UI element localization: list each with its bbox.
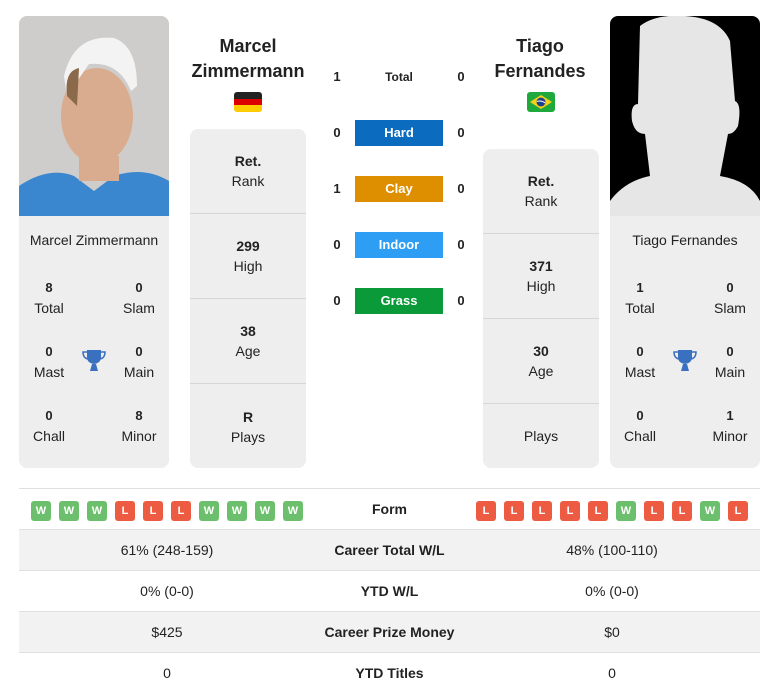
h2h-indoor-row: 0 Indoor 0 [330, 232, 470, 258]
h2h-indoor-badge[interactable]: Indoor [355, 232, 443, 258]
right-player-card: Tiago Fernandes 1 Total 0 Slam 0 Mast 0 Main… [610, 16, 760, 468]
left-info-card: Ret. Rank 299 High 38 Age R Plays [190, 129, 306, 468]
h2h-hard-right: 0 [457, 125, 465, 140]
table-row: 0 YTD Titles 0 [19, 652, 760, 693]
right-plays: Plays [523, 428, 559, 444]
table-row: 0% (0-0) YTD W/L 0% (0-0) [19, 570, 760, 611]
right-player-photo [610, 16, 760, 216]
left-titles-chall: 0 Chall [33, 408, 65, 444]
left-form: WWWLLLWWWW [31, 501, 303, 521]
form-win-badge[interactable]: W [255, 501, 275, 521]
table-row: $425 Career Prize Money $0 [19, 611, 760, 652]
right-prize-money: $0 [604, 624, 620, 640]
h2h-hard-badge[interactable]: Hard [355, 120, 443, 146]
form-win-badge[interactable]: W [283, 501, 303, 521]
h2h-indoor-left: 0 [333, 237, 341, 252]
form-win-badge[interactable]: W [87, 501, 107, 521]
form-label: Form [372, 501, 407, 517]
right-titles-chall: 0 Chall [624, 408, 656, 444]
h2h-clay-badge[interactable]: Clay [355, 176, 443, 202]
career-wl-label: Career Total W/L [334, 542, 445, 558]
form-loss-badge[interactable]: L [115, 501, 135, 521]
left-ytd-titles: 0 [163, 665, 171, 681]
right-career-wl: 48% (100-110) [566, 542, 658, 558]
left-player-card: Marcel Zimmermann 8 Total 0 Slam 0 Mast 0 Ma… [19, 16, 169, 468]
h2h-hard-row: 0 Hard 0 [330, 120, 470, 146]
form-loss-badge[interactable]: L [143, 501, 163, 521]
form-loss-badge[interactable]: L [476, 501, 496, 521]
right-form: LLLLLWLLWL [476, 501, 748, 521]
h2h-grass-row: 0 Grass 0 [330, 288, 470, 314]
form-loss-badge[interactable]: L [504, 501, 524, 521]
right-age: 30 Age [483, 319, 599, 404]
form-loss-badge[interactable]: L [644, 501, 664, 521]
right-info-card: Ret. Rank 371 High 30 Age Plays [483, 149, 599, 468]
left-titles-mast: 0 Mast [33, 344, 65, 380]
right-titles-total: 1 Total [625, 280, 655, 316]
left-ytd-wl: 0% (0-0) [140, 583, 194, 599]
h2h-total-right: 0 [457, 69, 465, 84]
h2h-total-label: Total [385, 70, 413, 84]
prize-money-label: Career Prize Money [324, 624, 455, 640]
right-titles-minor: 1 Minor [712, 408, 748, 444]
form-win-badge[interactable]: W [616, 501, 636, 521]
form-win-badge[interactable]: W [199, 501, 219, 521]
form-loss-badge[interactable]: L [728, 501, 748, 521]
form-loss-badge[interactable]: L [532, 501, 552, 521]
left-prize-money: $425 [151, 624, 183, 640]
right-ytd-wl: 0% (0-0) [585, 583, 639, 599]
right-player-name[interactable]: Tiago Fernandes [475, 34, 605, 84]
left-player-photo [19, 16, 169, 216]
form-loss-badge[interactable]: L [588, 501, 608, 521]
right-player-fullname: Tiago Fernandes [632, 232, 738, 248]
left-high: 299 High [190, 214, 306, 299]
left-titles-minor: 8 Minor [121, 408, 157, 444]
right-ytd-titles: 0 [608, 665, 616, 681]
form-win-badge[interactable]: W [227, 501, 247, 521]
left-titles-slam: 0 Slam [123, 280, 155, 316]
h2h-clay-row: 1 Clay 0 [330, 176, 470, 202]
left-career-wl: 61% (248-159) [120, 542, 214, 558]
germany-flag-icon [234, 92, 262, 112]
ytd-wl-label: YTD W/L [360, 583, 419, 599]
right-titles-main: 0 Main [714, 344, 746, 380]
ytd-titles-label: YTD Titles [355, 665, 424, 681]
trophy-icon [672, 348, 698, 374]
left-titles-main: 0 Main [123, 344, 155, 380]
h2h-grass-right: 0 [457, 293, 465, 308]
left-player-fullname: Marcel Zimmermann [29, 232, 159, 248]
form-loss-badge[interactable]: L [672, 501, 692, 521]
h2h-clay-left: 1 [333, 181, 341, 196]
form-win-badge[interactable]: W [59, 501, 79, 521]
h2h-indoor-right: 0 [457, 237, 465, 252]
left-titles-total: 8 Total [34, 280, 64, 316]
left-age: 38 Age [190, 299, 306, 384]
h2h-grass-badge[interactable]: Grass [355, 288, 443, 314]
right-rank: Ret. Rank [483, 149, 599, 234]
h2h-hard-left: 0 [333, 125, 341, 140]
right-high: 371 High [483, 234, 599, 319]
table-row: 61% (248-159) Career Total W/L 48% (100-… [19, 529, 760, 570]
h2h-clay-right: 0 [457, 181, 465, 196]
h2h-total-left: 1 [333, 69, 341, 84]
h2h-total-row: 1 Total 0 [330, 64, 470, 90]
form-win-badge[interactable]: W [31, 501, 51, 521]
form-loss-badge[interactable]: L [171, 501, 191, 521]
comparison-table: WWWLLLWWWW Form LLLLLWLLWL 61% (248-159)… [19, 488, 760, 693]
h2h-grass-left: 0 [333, 293, 341, 308]
form-win-badge[interactable]: W [700, 501, 720, 521]
brazil-flag-icon [527, 92, 555, 112]
form-row: WWWLLLWWWW Form LLLLLWLLWL [19, 488, 760, 529]
trophy-icon [81, 348, 107, 374]
left-plays: R Plays [230, 408, 266, 445]
left-rank: Ret. Rank [190, 129, 306, 214]
right-titles-slam: 0 Slam [714, 280, 746, 316]
left-player-name[interactable]: Marcel Zimmermann [183, 34, 313, 84]
form-loss-badge[interactable]: L [560, 501, 580, 521]
right-titles-mast: 0 Mast [624, 344, 656, 380]
